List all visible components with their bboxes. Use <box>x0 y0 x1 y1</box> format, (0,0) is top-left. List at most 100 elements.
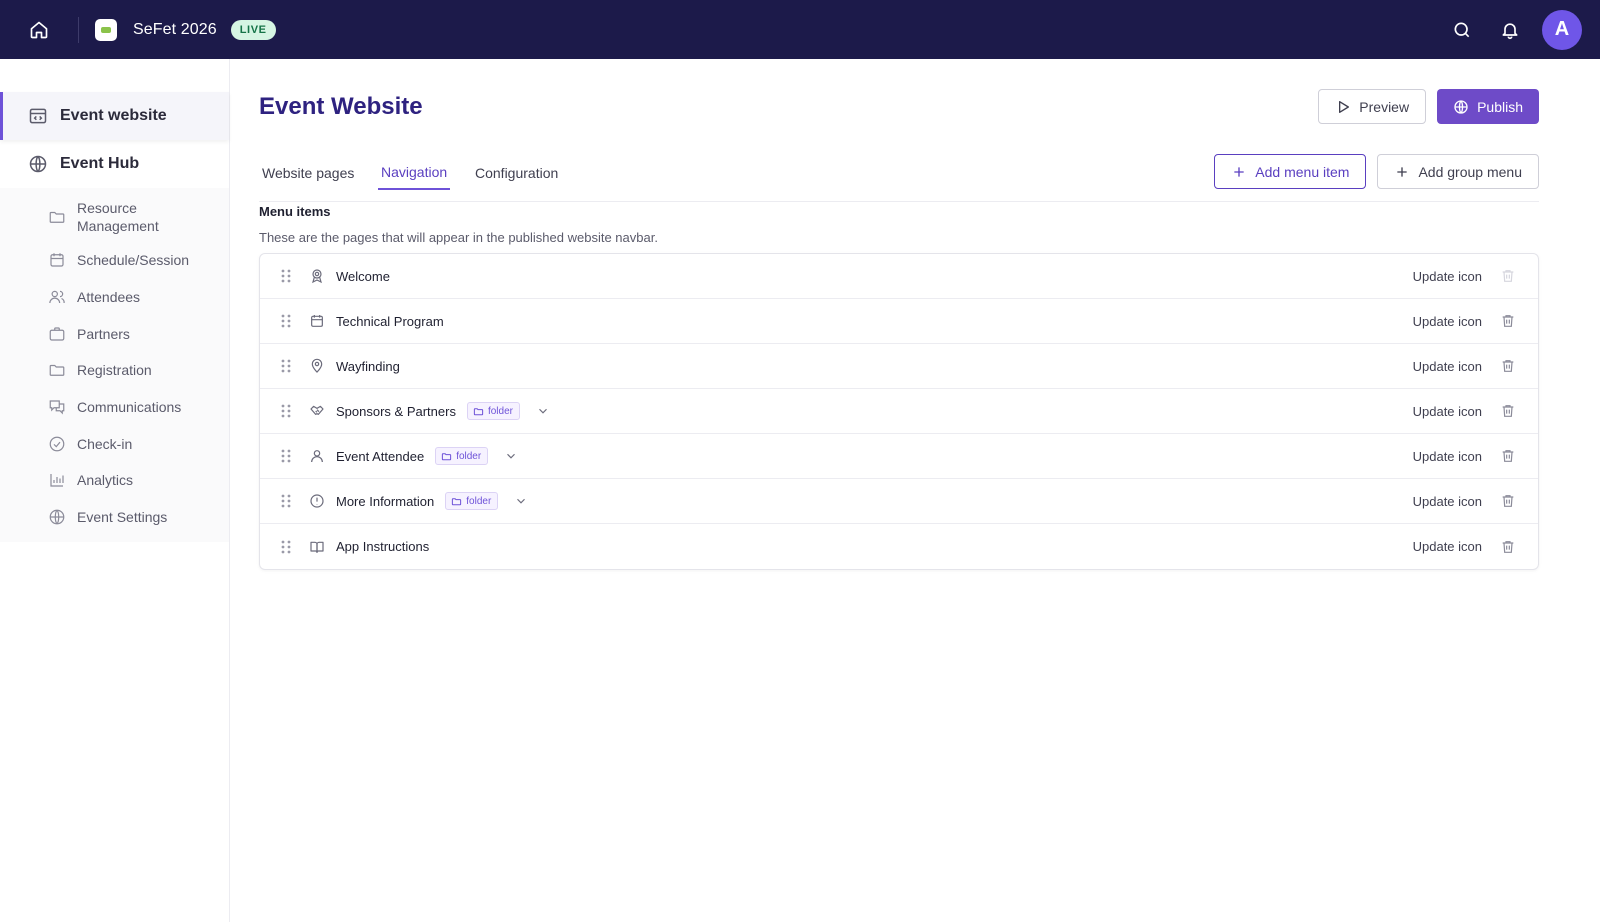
drag-handle-icon[interactable] <box>280 449 292 463</box>
menu-item-row[interactable]: Sponsors & Partners folder Update icon <box>260 389 1538 434</box>
update-icon-button[interactable]: Update icon <box>1413 359 1482 374</box>
sidebar-item-event-hub[interactable]: Event Hub <box>0 140 229 188</box>
tab-website-pages[interactable]: Website pages <box>262 155 354 190</box>
folder-badge-label: folder <box>466 495 492 507</box>
book-icon <box>310 541 324 553</box>
drag-handle-icon[interactable] <box>280 404 292 418</box>
sidebar-item-attendees[interactable]: Attendees <box>0 279 229 316</box>
drag-handle-icon[interactable] <box>280 269 292 283</box>
trash-icon[interactable] <box>1500 539 1516 555</box>
drag-handle-icon[interactable] <box>280 494 292 508</box>
folder-badge: folder <box>435 447 489 465</box>
update-icon-button[interactable]: Update icon <box>1413 449 1482 464</box>
user-icon <box>311 450 323 463</box>
chevron-down-icon[interactable] <box>514 494 528 508</box>
menu-item-label: App Instructions <box>336 539 430 554</box>
folder-icon <box>49 211 65 223</box>
calendar-icon <box>311 315 323 327</box>
chat-icon <box>49 400 65 415</box>
add-group-menu-button[interactable]: Add group menu <box>1377 154 1539 189</box>
handshake-icon <box>310 405 324 415</box>
sidebar-item-label: Event website <box>60 107 167 124</box>
search-icon <box>1454 22 1470 37</box>
folder-icon <box>442 452 452 460</box>
preview-button[interactable]: Preview <box>1318 89 1427 124</box>
publish-button[interactable]: Publish <box>1437 89 1539 124</box>
update-icon-button[interactable]: Update icon <box>1413 269 1482 284</box>
sidebar-item-partners[interactable]: Partners <box>0 315 229 352</box>
globe-icon <box>29 155 47 173</box>
globe-icon <box>1454 99 1468 114</box>
sidebar-item-event-website[interactable]: Event website <box>0 92 229 140</box>
calendar-icon <box>50 253 64 267</box>
update-icon-button[interactable]: Update icon <box>1413 314 1482 329</box>
menu-item-label: Technical Program <box>336 313 444 329</box>
bar-chart-icon <box>50 474 64 488</box>
notifications-button[interactable] <box>1486 0 1534 59</box>
sidebar-item-schedule-session[interactable]: Schedule/Session <box>0 242 229 279</box>
trash-icon[interactable] <box>1500 403 1516 419</box>
folder-badge-label: folder <box>456 450 482 462</box>
menu-item-row[interactable]: App Instructions Update icon <box>260 524 1538 569</box>
sidebar-item-label: Schedule/Session <box>77 252 190 269</box>
home-icon <box>30 21 48 38</box>
drag-handle-icon[interactable] <box>280 314 292 328</box>
sidebar-item-label: Resource Management <box>77 200 159 234</box>
trash-icon <box>1502 270 1514 282</box>
trash-icon[interactable] <box>1500 358 1516 374</box>
sidebar-item-label: Attendees <box>77 289 141 306</box>
browser-code-icon <box>29 108 47 124</box>
add-menu-item-label: Add menu item <box>1255 163 1350 180</box>
sidebar-item-check-in[interactable]: Check-in <box>0 425 229 462</box>
sidebar-item-label: Registration <box>77 362 152 379</box>
folder-badge: folder <box>445 492 499 510</box>
menu-item-row[interactable]: Technical Program Update icon <box>260 299 1538 344</box>
sidebar-item-communications[interactable]: Communications <box>0 389 229 426</box>
tab-navigation[interactable]: Navigation <box>378 155 451 190</box>
chevron-down-icon[interactable] <box>504 449 518 463</box>
folder-icon <box>473 407 484 415</box>
sidebar-item-registration[interactable]: Registration <box>0 352 229 389</box>
top-bar: SeFet 2026 LIVE A <box>0 0 1600 59</box>
event-name: SeFet 2026 <box>133 20 217 38</box>
sidebar-item-label: Event Settings <box>77 509 168 526</box>
play-icon <box>1339 100 1350 113</box>
users-icon <box>49 290 65 304</box>
publish-label: Publish <box>1477 98 1523 115</box>
sidebar-item-label: Communications <box>77 399 182 416</box>
add-menu-item-button[interactable]: Add menu item <box>1214 154 1367 189</box>
avatar[interactable]: A <box>1542 9 1582 50</box>
menu-item-row[interactable]: Welcome Update icon <box>260 254 1538 299</box>
sidebar-item-analytics[interactable]: Analytics <box>0 462 229 499</box>
update-icon-button[interactable]: Update icon <box>1413 494 1482 509</box>
award-icon <box>312 269 322 284</box>
tab-configuration[interactable]: Configuration <box>475 155 558 190</box>
menu-item-label: Event Attendee <box>336 448 425 464</box>
sidebar-item-label: Check-in <box>77 435 133 452</box>
drag-handle-icon[interactable] <box>280 540 292 554</box>
sidebar-item-label: Analytics <box>77 472 134 489</box>
sidebar-item-event-settings[interactable]: Event Settings <box>0 499 229 536</box>
trash-icon[interactable] <box>1500 448 1516 464</box>
update-icon-button[interactable]: Update icon <box>1413 539 1482 554</box>
folder-icon <box>49 365 65 377</box>
trash-icon[interactable] <box>1500 313 1516 329</box>
menu-item-row[interactable]: More Information folder Update icon <box>260 479 1538 524</box>
info-icon <box>310 494 324 508</box>
sidebar-item-label: Partners <box>77 325 130 342</box>
menu-item-label: Sponsors & Partners <box>336 403 456 419</box>
update-icon-button[interactable]: Update icon <box>1413 404 1482 419</box>
trash-icon[interactable] <box>1500 493 1516 509</box>
tabs: Website pages Navigation Configuration A… <box>259 154 1539 202</box>
home-button[interactable] <box>0 0 78 59</box>
plus-icon <box>1397 166 1408 177</box>
search-button[interactable] <box>1438 0 1486 59</box>
section-title: Menu items <box>259 204 331 219</box>
menu-item-row[interactable]: Wayfinding Update icon <box>260 344 1538 389</box>
sidebar-item-resource-management[interactable]: Resource Management <box>0 192 229 242</box>
live-badge: LIVE <box>230 19 276 40</box>
drag-handle-icon[interactable] <box>280 359 292 373</box>
map-pin-icon <box>311 358 323 373</box>
chevron-down-icon[interactable] <box>536 404 550 418</box>
menu-item-row[interactable]: Event Attendee folder Update icon <box>260 434 1538 479</box>
